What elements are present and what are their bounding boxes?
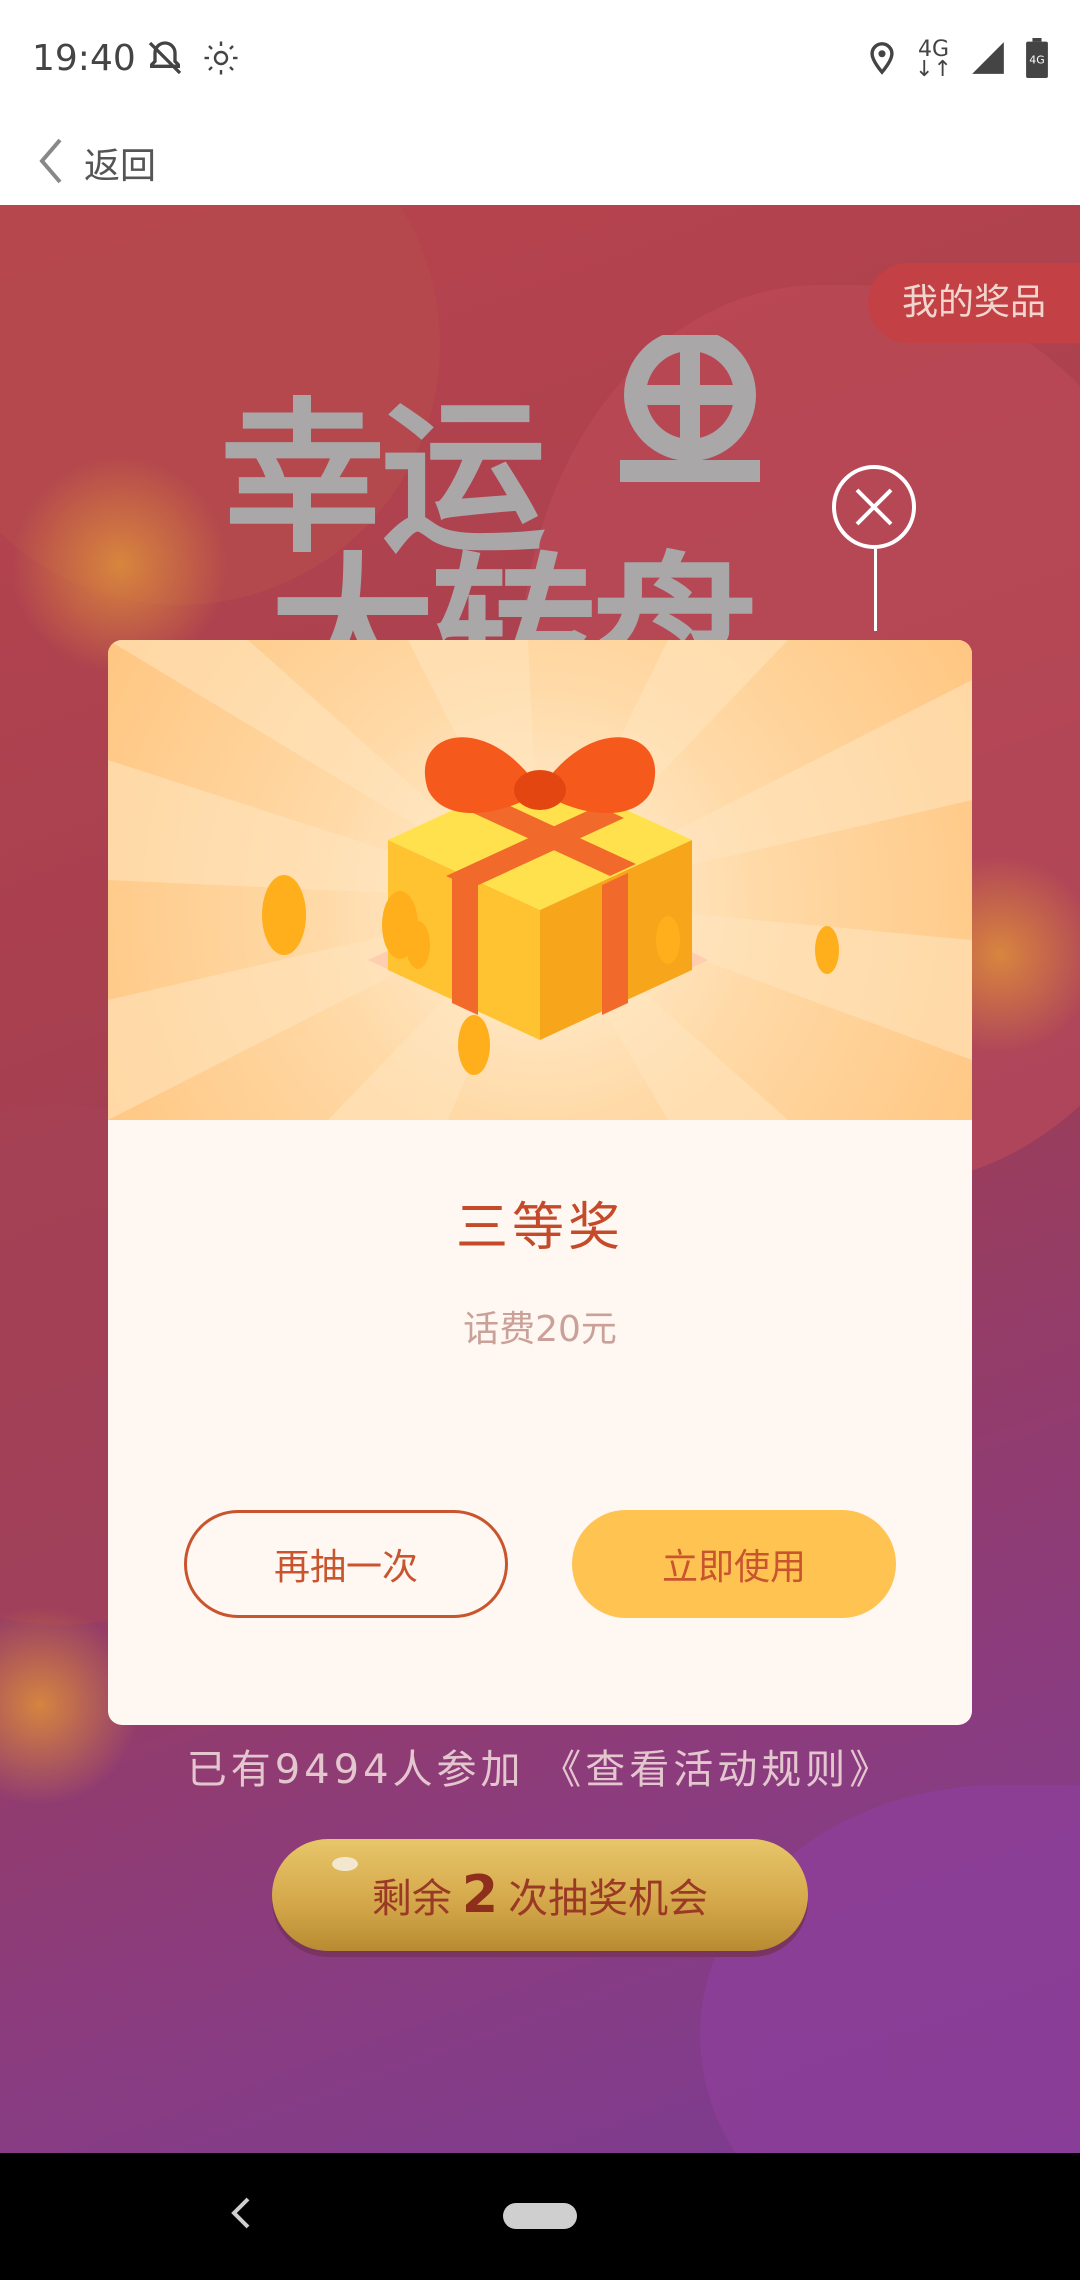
prize-dialog: 三等奖 话费20元 再抽一次 立即使用 — [108, 640, 972, 1725]
prize-description: 话费20元 — [463, 1309, 617, 1350]
close-button[interactable] — [832, 465, 916, 549]
remaining-draws-button[interactable]: 剩余 2 次抽奖机会 — [272, 1839, 808, 1951]
signal-icon — [968, 39, 1008, 81]
use-now-button[interactable]: 立即使用 — [572, 1510, 896, 1618]
status-time: 19:40 — [32, 38, 136, 79]
network-4g-icon: 4G ↓↑ — [915, 37, 952, 82]
chevron-left-icon — [36, 136, 66, 190]
participants-text[interactable]: 已有9494人参加 《查看活动规则》 — [0, 1737, 1080, 1795]
network-label: 4G — [918, 37, 950, 62]
top-nav: 返回 — [0, 120, 1080, 205]
brightness-icon — [203, 40, 239, 80]
system-back-icon[interactable] — [226, 2193, 256, 2237]
close-button-line — [874, 549, 877, 631]
prize-banner — [108, 640, 972, 1120]
battery-icon: 4G — [1024, 38, 1050, 82]
back-label: 返回 — [84, 145, 157, 187]
location-icon — [865, 39, 899, 81]
draw-again-button[interactable]: 再抽一次 — [184, 1510, 508, 1618]
remaining-prefix: 剩余 — [371, 1876, 452, 1922]
close-icon — [855, 488, 893, 526]
gift-box-icon — [262, 737, 839, 1075]
my-prizes-button[interactable]: 我的奖品 — [868, 263, 1080, 343]
lottery-page: 我的奖品 幸运 大转盘 三等奖 话费20元 再抽一次 立即使用 已有9494人参… — [0, 205, 1080, 2153]
status-bar: 19:40 4G ↓↑ 4G — [0, 0, 1080, 120]
system-home-pill[interactable] — [503, 2203, 577, 2229]
prize-title: 三等奖 — [455, 1198, 624, 1258]
remaining-count: 2 — [461, 1865, 499, 1925]
svg-text:4G: 4G — [1029, 53, 1044, 66]
back-button[interactable]: 返回 — [36, 120, 156, 205]
wheel-icon — [620, 335, 760, 482]
shine-decoration — [332, 1857, 358, 1871]
bell-off-icon — [145, 38, 185, 82]
remaining-suffix: 次抽奖机会 — [508, 1876, 709, 1922]
system-nav-bar — [0, 2153, 1080, 2280]
